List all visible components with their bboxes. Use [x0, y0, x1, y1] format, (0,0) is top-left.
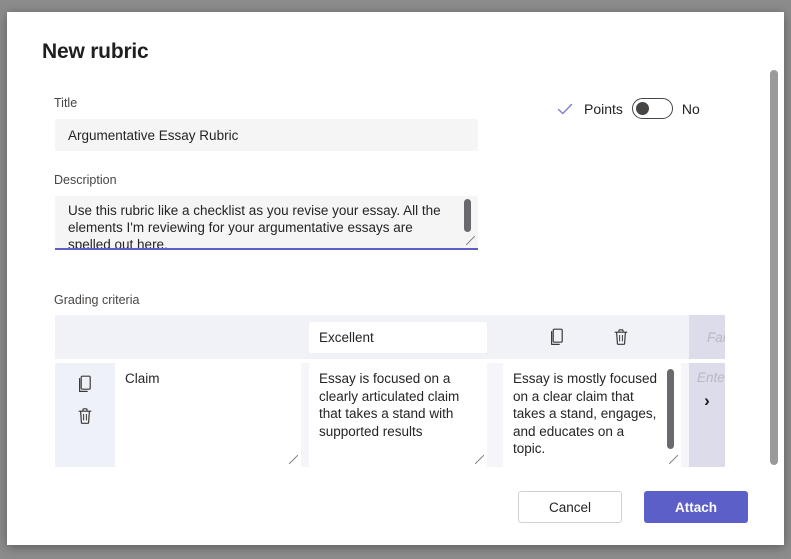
copy-icon[interactable]	[77, 375, 93, 393]
points-toggle-group: Points No	[555, 98, 700, 119]
page-title: New rubric	[42, 40, 149, 64]
level-cell-2: Enter	[689, 363, 725, 467]
trash-icon[interactable]	[613, 328, 629, 346]
points-value: No	[682, 101, 700, 117]
description-field-wrapper	[55, 196, 478, 250]
checkmark-icon	[555, 99, 575, 119]
grading-criteria-table: Enter	[55, 315, 725, 470]
row-tools	[55, 363, 115, 467]
trash-icon[interactable]	[77, 407, 93, 425]
description-label: Description	[54, 173, 117, 187]
level-column-2	[689, 315, 725, 359]
title-label: Title	[54, 96, 77, 110]
level-cell-1	[495, 363, 689, 467]
dialog-footer: Cancel Attach	[7, 470, 784, 545]
chevron-right-icon[interactable]: ›	[697, 390, 717, 412]
dialog-scrollbar-thumb[interactable]	[770, 70, 778, 465]
points-label: Points	[584, 101, 623, 117]
table-row: Enter	[55, 363, 725, 467]
level-column-toolbar	[489, 315, 689, 359]
criterion-name-textarea[interactable]	[115, 363, 301, 467]
grading-criteria-label: Grading criteria	[54, 293, 139, 307]
level-description-textarea-0[interactable]	[309, 363, 487, 467]
title-input[interactable]	[55, 119, 478, 151]
attach-button[interactable]: Attach	[644, 491, 748, 523]
grading-criteria-table-inner: Enter	[55, 315, 725, 467]
level-description-placeholder-2[interactable]: Enter	[697, 370, 725, 385]
cancel-button[interactable]: Cancel	[518, 491, 622, 523]
dialog-scroll-region: New rubric Points No Title Description G	[7, 12, 784, 470]
description-textarea[interactable]	[55, 196, 478, 250]
criterion-cell	[115, 363, 301, 467]
dialog-scrollbar[interactable]	[770, 70, 778, 465]
points-switch[interactable]	[632, 98, 673, 119]
level-column-0	[301, 315, 495, 359]
grading-criteria-header-row	[55, 315, 725, 359]
points-switch-knob	[636, 102, 649, 115]
level-cell-0	[301, 363, 495, 467]
header-criterion-spacer	[85, 315, 301, 359]
level-name-input-2[interactable]	[697, 322, 725, 353]
copy-icon[interactable]	[549, 328, 565, 346]
new-rubric-dialog: New rubric Points No Title Description G	[7, 12, 784, 545]
header-tools-spacer	[55, 315, 85, 359]
level-name-input-0[interactable]	[309, 322, 487, 353]
level-description-textarea-1[interactable]	[503, 363, 681, 467]
